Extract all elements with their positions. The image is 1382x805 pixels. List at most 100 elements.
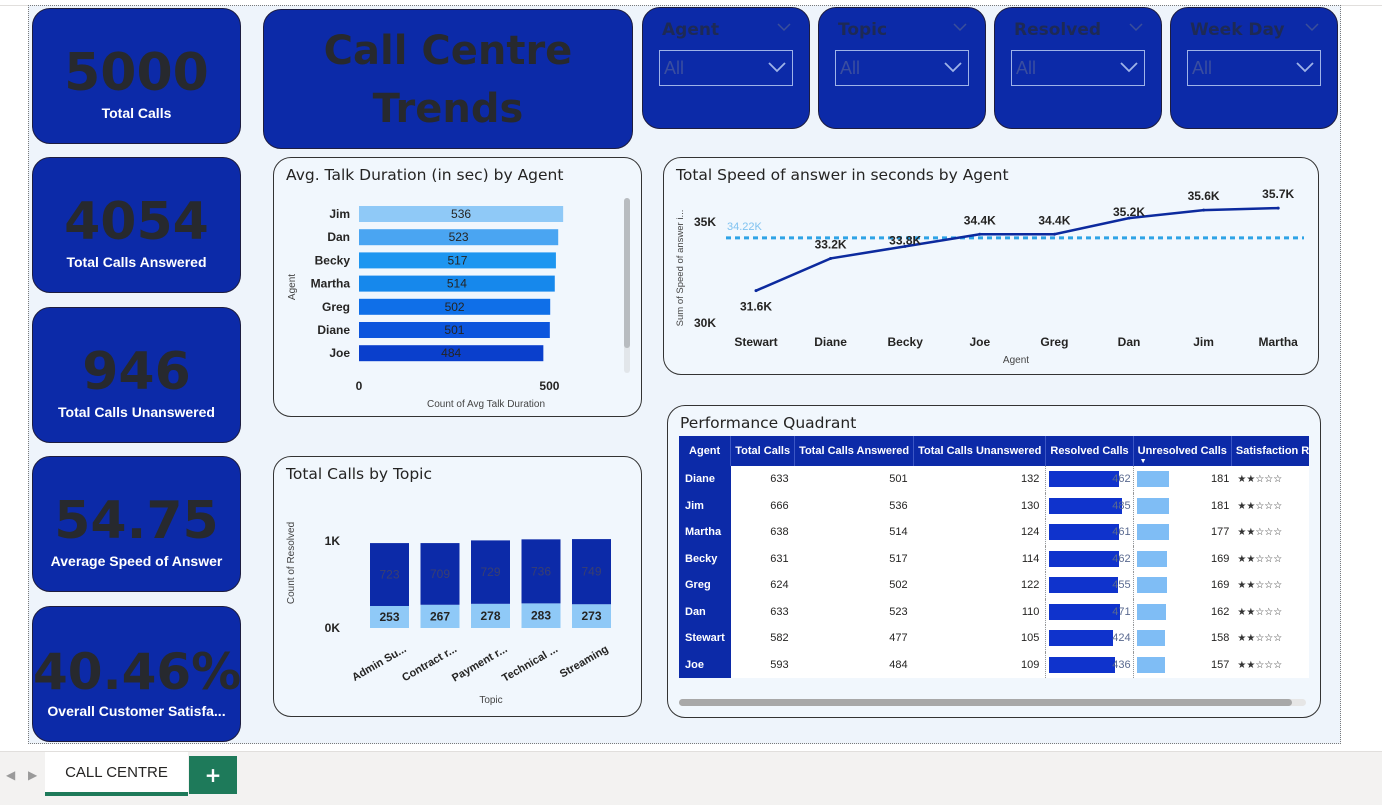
y-tick-label: Becky	[315, 253, 351, 267]
data-label: 31.6K	[740, 300, 772, 314]
star-rating-icon: ★★☆☆☆	[1237, 553, 1283, 565]
y-tick-label: Diane	[317, 323, 350, 337]
resolved-calls-cell: 471	[1045, 598, 1134, 625]
agent-name: Greg	[679, 572, 731, 599]
data-label: 283	[531, 609, 551, 623]
col-header-total-calls-answered[interactable]: Total Calls Answered	[794, 436, 915, 466]
col-header-total-calls[interactable]: Total Calls	[730, 436, 796, 466]
slicer-dropdown[interactable]: All	[835, 50, 969, 86]
scrollbar-thumb[interactable]	[679, 699, 1292, 706]
data-label: 749	[581, 565, 601, 579]
satisfaction-rating-cell: ★★☆☆☆	[1231, 545, 1309, 572]
table-row[interactable]: Dan 633 523 110 471 162 ★★☆☆☆	[679, 598, 1309, 625]
col-header-total-calls-unanswered[interactable]: Total Calls Unanswered	[913, 436, 1047, 466]
data-point	[978, 232, 982, 236]
add-sheet-button[interactable]: +	[189, 756, 237, 794]
kpi-label: Average Speed of Answer	[50, 553, 223, 569]
kpi-total-calls-unanswered[interactable]: 946 Total Calls Unanswered	[32, 307, 241, 443]
col-header-unresolved-calls[interactable]: Unresolved Calls ▼	[1133, 436, 1232, 466]
table-row[interactable]: Stewart 582 477 105 424 158 ★★☆☆☆	[679, 625, 1309, 652]
satisfaction-rating-cell: ★★☆☆☆	[1231, 598, 1309, 625]
table-row[interactable]: Jim 666 536 130 485 181 ★★☆☆☆	[679, 492, 1309, 519]
kpi-average-speed-of-answer[interactable]: 54.75 Average Speed of Answer	[32, 456, 241, 592]
resolved-calls-cell: 462	[1045, 466, 1134, 493]
chevron-down-icon[interactable]	[1305, 22, 1319, 32]
data-label: 501	[444, 323, 464, 337]
slicer-topic[interactable]: Topic All	[818, 7, 986, 129]
unanswered-value: 130	[913, 492, 1046, 519]
resolved-value: 485	[1112, 499, 1131, 512]
report-title-line1: Call Centre	[323, 28, 573, 74]
calls-by-topic-chart-card[interactable]: Total Calls by Topic 253 723 Admin Su... 26…	[273, 456, 642, 717]
total-calls-value: 593	[730, 651, 795, 678]
table-row[interactable]: Joe 593 484 109 436 157 ★★☆☆☆	[679, 651, 1309, 678]
table-row[interactable]: Becky 631 517 114 462 169 ★★☆☆☆	[679, 545, 1309, 572]
y-tick-label: 30K	[694, 316, 716, 330]
col-header-agent[interactable]: Agent	[679, 436, 732, 466]
slicer-dropdown[interactable]: All	[659, 50, 793, 86]
chevron-down-icon	[768, 62, 786, 73]
slicer-dropdown[interactable]: All	[1187, 50, 1321, 86]
slicer-dropdown[interactable]: All	[1011, 50, 1145, 86]
talk-duration-chart-card[interactable]: Avg. Talk Duration (in sec) by Agent Jim…	[273, 157, 642, 417]
kpi-label: Total Calls Answered	[66, 254, 207, 270]
table-row[interactable]: Greg 624 502 122 455 169 ★★☆☆☆	[679, 572, 1309, 599]
y-tick-label: Jim	[329, 207, 350, 221]
scrollbar-thumb[interactable]	[624, 198, 630, 348]
unresolved-value: 158	[1211, 632, 1230, 645]
resolved-value: 462	[1112, 473, 1131, 486]
x-tick-label: Becky	[888, 335, 924, 349]
y-axis-label: Sum of Speed of answer i...	[675, 210, 686, 327]
answered-value: 536	[794, 492, 914, 519]
performance-quadrant-card[interactable]: Performance Quadrant Agent Total Calls T…	[667, 405, 1321, 718]
table-row[interactable]: Diane 633 501 132 462 181 ★★☆☆☆	[679, 466, 1309, 493]
sheet-tab-call-centre[interactable]: CALL CENTRE	[45, 752, 188, 796]
unanswered-value: 109	[913, 651, 1046, 678]
next-sheet-icon[interactable]: ▶	[28, 768, 37, 782]
data-point	[1202, 208, 1206, 212]
agent-name: Diane	[679, 466, 731, 493]
agent-name: Joe	[679, 651, 731, 678]
calls-by-topic-chart: 253 723 Admin Su... 267 709 Contract r... 278 7…	[286, 522, 611, 706]
col-header-label: Unresolved Calls	[1137, 445, 1227, 457]
unresolved-value: 169	[1211, 579, 1230, 592]
speed-of-answer-chart-card[interactable]: Total Speed of answer in seconds by Agen…	[663, 157, 1319, 375]
talk-duration-chart: Jim 536 Dan 523 Becky 517 Martha 514 Greg 502 Dian…	[287, 206, 564, 410]
horizontal-scrollbar[interactable]	[679, 699, 1306, 706]
col-header-satisfaction-rating[interactable]: Satisfaction Rat	[1231, 436, 1309, 466]
data-label: 33.2K	[815, 237, 847, 251]
unanswered-value: 105	[913, 625, 1046, 652]
prev-sheet-icon[interactable]: ◀	[6, 768, 15, 782]
sort-desc-icon[interactable]: ▼	[1140, 458, 1147, 465]
data-label: 34.4K	[964, 213, 996, 227]
slicer-resolved[interactable]: Resolved All	[994, 7, 1162, 129]
data-label: 273	[581, 609, 601, 623]
resolved-value: 462	[1112, 552, 1131, 565]
data-label: 484	[441, 346, 461, 360]
star-rating-icon: ★★☆☆☆	[1237, 606, 1283, 618]
report-title-line2: Trends	[372, 86, 524, 132]
answered-value: 484	[794, 651, 914, 678]
performance-table[interactable]: Agent Total Calls Total Calls Answered T…	[679, 436, 1309, 678]
star-rating-icon: ★★☆☆☆	[1237, 580, 1283, 592]
slicer-agent[interactable]: Agent All	[642, 7, 810, 129]
table-title: Performance Quadrant	[680, 414, 857, 432]
kpi-total-calls-answered[interactable]: 4054 Total Calls Answered	[32, 157, 241, 293]
scrollbar[interactable]	[624, 198, 630, 373]
chevron-down-icon[interactable]	[953, 22, 967, 32]
kpi-label: Total Calls Unanswered	[58, 404, 215, 420]
unresolved-calls-cell: 169	[1132, 572, 1232, 599]
x-tick-label: Joe	[969, 335, 990, 349]
unresolved-calls-cell: 157	[1132, 651, 1232, 678]
chevron-down-icon[interactable]	[777, 22, 791, 32]
y-tick-label: Greg	[322, 300, 350, 314]
kpi-overall-customer-satisfaction[interactable]: 40.46% Overall Customer Satisfa...	[32, 606, 241, 742]
kpi-total-calls[interactable]: 5000 Total Calls	[32, 8, 241, 144]
table-row[interactable]: Martha 638 514 124 461 177 ★★☆☆☆	[679, 519, 1309, 546]
answered-value: 501	[794, 466, 914, 493]
slicer-week-day[interactable]: Week Day All	[1170, 7, 1338, 129]
chevron-down-icon[interactable]	[1129, 22, 1143, 32]
satisfaction-rating-cell: ★★☆☆☆	[1231, 625, 1309, 652]
star-rating-icon: ★★☆☆☆	[1237, 633, 1283, 645]
col-header-resolved-calls[interactable]: Resolved Calls	[1045, 436, 1134, 466]
